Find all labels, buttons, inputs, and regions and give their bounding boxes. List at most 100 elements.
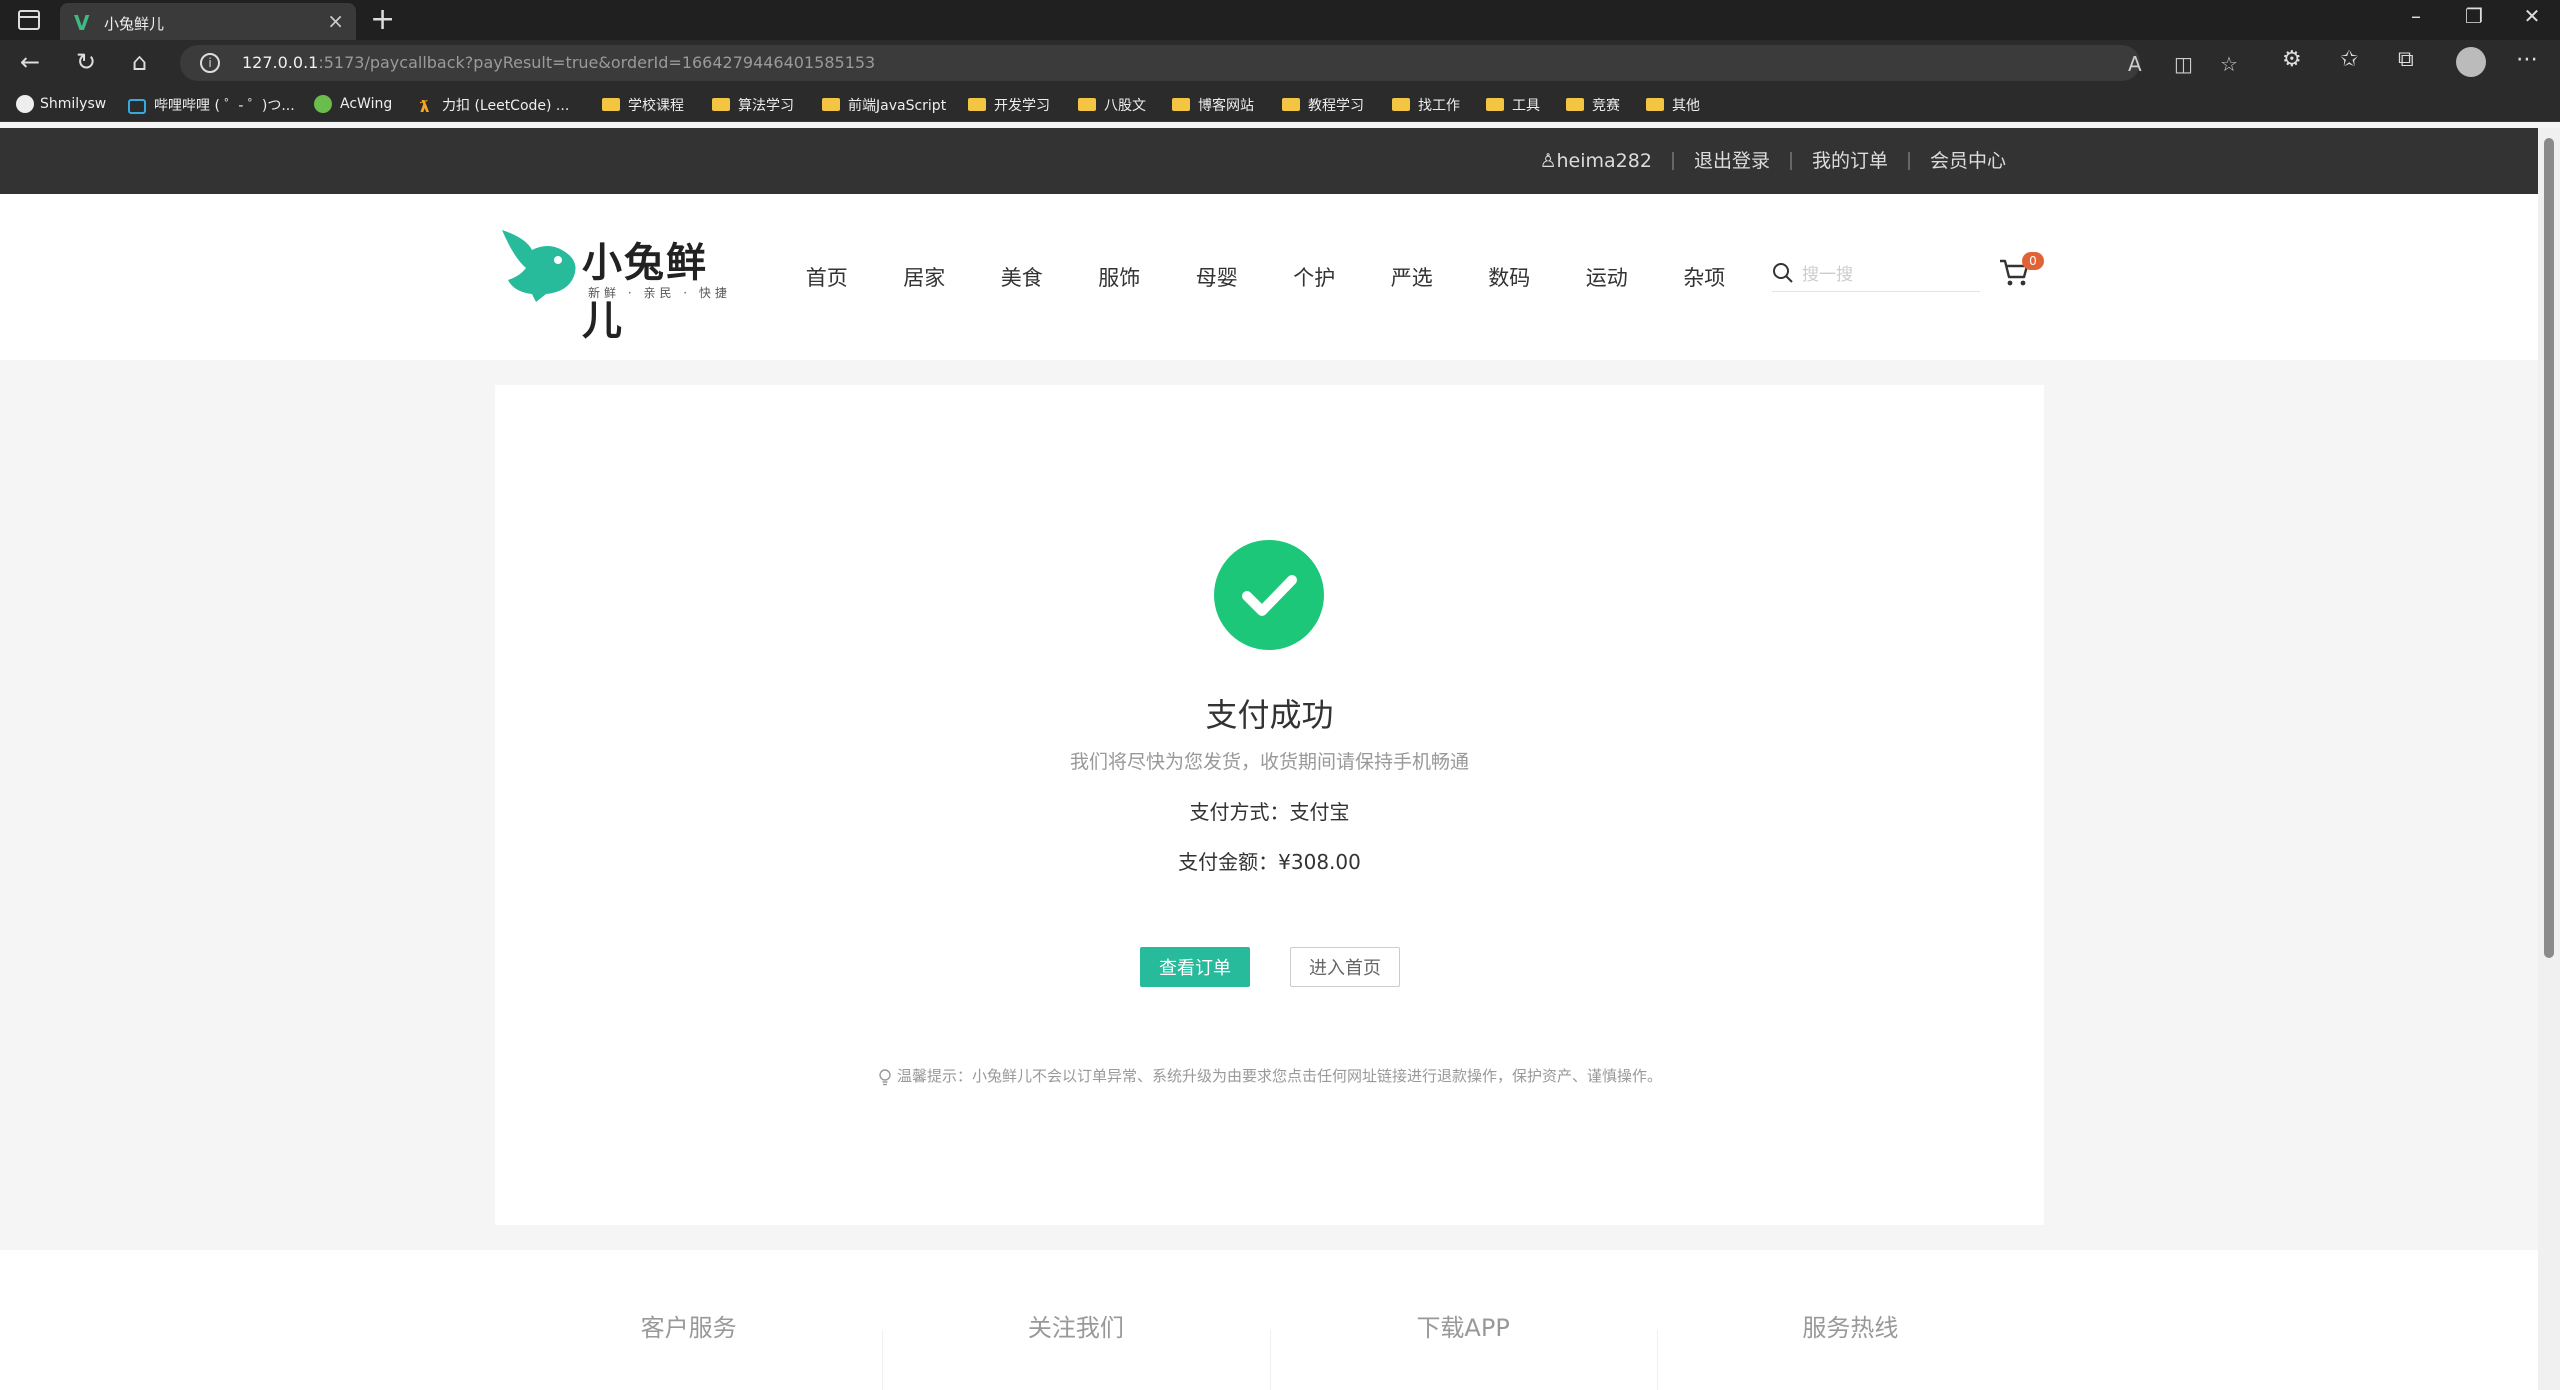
user-link[interactable]: ♙heima282 [1519, 150, 1671, 172]
home-icon[interactable]: ⌂ [132, 48, 147, 76]
web-page: ♙heima282 退出登录 我的订单 会员中心 小兔鲜儿 新鲜 · 亲民 · … [0, 128, 2538, 1390]
footer-hotline: 服务热线 [1656, 1250, 2044, 1390]
restore-icon[interactable]: ❐ [2454, 4, 2494, 28]
menu-item-misc[interactable]: 杂项 [1656, 262, 1754, 292]
bookmark-folder[interactable]: 竞赛 [1566, 95, 1620, 115]
pay-amount: 支付金额：¥308.00 [1178, 850, 1361, 874]
bookmark-label: 前端JavaScript [848, 98, 947, 114]
bookmark-folder[interactable]: 博客网站 [1172, 95, 1254, 115]
refresh-icon[interactable]: ↻ [76, 48, 96, 76]
profile-avatar-icon[interactable] [2456, 47, 2486, 77]
site-footer: 客户服务 关注我们 下载APP 服务热线 [0, 1250, 2538, 1390]
tab-actions-icon[interactable] [18, 10, 40, 30]
minimize-icon[interactable]: – [2396, 4, 2436, 28]
folder-icon [1566, 97, 1584, 111]
site-header: 小兔鲜儿 新鲜 · 亲民 · 快捷 首页 居家 美食 服饰 母婴 个护 严选 数… [0, 194, 2538, 360]
username: heima282 [1556, 150, 1652, 172]
folder-icon [1646, 97, 1664, 111]
more-menu-icon[interactable]: ⋯ [2516, 47, 2538, 72]
member-center-link[interactable]: 会员中心 [1907, 152, 2026, 171]
pay-method: 支付方式：支付宝 [1189, 800, 1350, 824]
cart-button[interactable]: 0 [1998, 252, 2044, 296]
bookmark-label: AcWing [340, 96, 393, 112]
new-tab-icon[interactable]: + [370, 2, 395, 37]
bookmark-folder[interactable]: 八股文 [1078, 95, 1146, 115]
bookmark-folder[interactable]: 找工作 [1392, 95, 1460, 115]
collections-icon[interactable]: ⧉ [2398, 47, 2414, 72]
bookmark-folder[interactable]: 工具 [1486, 95, 1540, 115]
bookmark-folder[interactable]: 教程学习 [1282, 95, 1364, 115]
logout-link[interactable]: 退出登录 [1671, 152, 1790, 171]
menu-item-home[interactable]: 首页 [778, 262, 876, 292]
close-tab-icon[interactable]: × [327, 9, 344, 33]
category-menu: 首页 居家 美食 服饰 母婴 个护 严选 数码 运动 杂项 [778, 194, 1753, 360]
url-path: :5173/paycallback?payResult=true&orderId… [318, 53, 876, 72]
bookmark-label: 其他 [1672, 98, 1700, 114]
menu-item-apparel[interactable]: 服饰 [1071, 262, 1169, 292]
menu-item-selection[interactable]: 严选 [1363, 262, 1461, 292]
bookmark-bilibili[interactable]: 哔哩哔哩 ( ゜- ゜)つ... [128, 95, 295, 115]
menu-item-baby[interactable]: 母婴 [1168, 262, 1266, 292]
menu-item-sports[interactable]: 运动 [1558, 262, 1656, 292]
success-check-icon [1214, 540, 1324, 650]
bookmark-acwing[interactable]: AcWing [314, 95, 392, 113]
bookmark-folder[interactable]: 前端JavaScript [822, 95, 946, 115]
close-window-icon[interactable]: ✕ [2512, 4, 2552, 28]
rabbit-logo-icon [502, 230, 576, 302]
folder-icon [712, 97, 730, 111]
url-text[interactable]: 127.0.0.1:5173/paycallback?payResult=tru… [242, 53, 875, 72]
top-nav-links: ♙heima282 退出登录 我的订单 会员中心 [1519, 128, 2026, 194]
menu-item-food[interactable]: 美食 [973, 262, 1071, 292]
browser-tab[interactable]: V 小兔鲜儿 × [60, 3, 356, 40]
bookmark-label: 八股文 [1104, 98, 1146, 114]
leetcode-icon: ƛ [420, 97, 430, 116]
scrollbar-thumb[interactable] [2544, 138, 2554, 958]
tab-title: 小兔鲜儿 [104, 15, 165, 33]
folder-icon [822, 97, 840, 111]
my-orders-link[interactable]: 我的订单 [1789, 152, 1908, 171]
address-bar[interactable]: i 127.0.0.1:5173/paycallback?payResult=t… [180, 45, 2238, 81]
pay-result-card: 支付成功 我们将尽快为您发货，收货期间请保持手机畅通 支付方式：支付宝 支付金额… [495, 385, 2044, 1225]
view-order-button[interactable]: 查看订单 [1140, 947, 1250, 987]
menu-item-personal-care[interactable]: 个护 [1266, 262, 1364, 292]
site-logo[interactable]: 小兔鲜儿 新鲜 · 亲民 · 快捷 [496, 220, 746, 344]
pay-success-title: 支付成功 [1205, 696, 1334, 734]
bookmark-label: 学校课程 [628, 98, 684, 114]
footer-customer-service: 客户服务 [640, 1314, 737, 1342]
bilibili-icon [128, 98, 146, 114]
bookmark-shmilysw[interactable]: Shmilysw [16, 95, 106, 113]
folder-icon [968, 97, 986, 111]
bookmarks-bar: Shmilysw 哔哩哔哩 ( ゜- ゜)つ... AcWing ƛ 力扣 (Le… [0, 88, 2560, 122]
back-icon[interactable]: ← [20, 48, 40, 76]
bookmark-label: 力扣 (LeetCode) ... [442, 98, 570, 114]
folder-icon [1486, 97, 1504, 111]
bookmark-leetcode[interactable]: ƛ 力扣 (LeetCode) ... [420, 95, 570, 116]
go-home-button[interactable]: 进入首页 [1290, 947, 1400, 987]
folder-icon [1078, 97, 1096, 111]
bookmark-folder[interactable]: 开发学习 [968, 95, 1050, 115]
read-aloud-icon[interactable]: A [2128, 52, 2142, 76]
site-info-icon[interactable]: i [200, 53, 220, 73]
search-icon[interactable] [1772, 262, 1794, 284]
page-scrollbar[interactable] [2538, 128, 2560, 1390]
favorites-icon[interactable]: ✩ [2340, 47, 2358, 72]
extensions-icon[interactable]: ⚙ [2282, 47, 2302, 72]
browser-navbar: ← ↻ ⌂ i 127.0.0.1:5173/paycallback?payRe… [0, 40, 2560, 88]
bookmark-label: 开发学习 [994, 98, 1050, 114]
bookmark-folder[interactable]: 学校课程 [602, 95, 684, 115]
folder-icon [1392, 97, 1410, 111]
menu-item-digital[interactable]: 数码 [1461, 262, 1559, 292]
menu-item-home-living[interactable]: 居家 [876, 262, 974, 292]
bookmark-folder[interactable]: 其他 [1646, 95, 1700, 115]
url-host: 127.0.0.1 [242, 53, 319, 72]
search-input[interactable] [1802, 262, 1972, 288]
favorite-star-icon[interactable]: ☆ [2220, 52, 2238, 76]
bookmark-folder[interactable]: 算法学习 [712, 95, 794, 115]
split-screen-icon[interactable]: ◫ [2174, 52, 2193, 76]
footer-download-app: 下载APP [1269, 1250, 1657, 1390]
search-box [1772, 260, 1980, 292]
folder-icon [1282, 97, 1300, 111]
user-icon: ♙ [1539, 150, 1557, 172]
folder-icon [602, 97, 620, 111]
bookmark-label: 算法学习 [738, 98, 794, 114]
